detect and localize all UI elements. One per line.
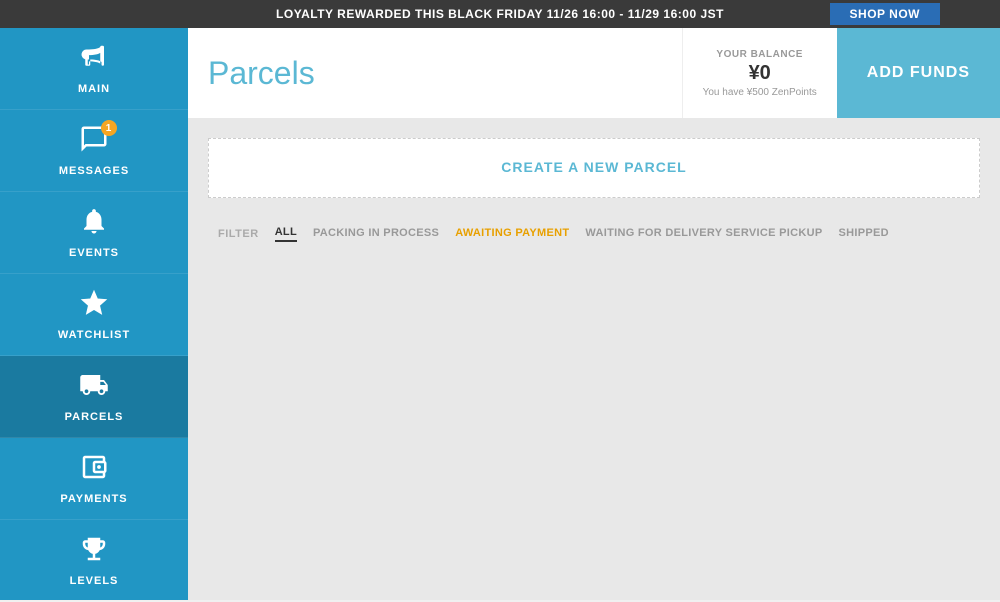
balance-points: You have ¥500 ZenPoints [703,87,817,98]
add-funds-button[interactable]: ADD FUNDS [837,28,1000,118]
balance-area: YOUR BALANCE ¥0 You have ¥500 ZenPoints [682,28,837,118]
filter-awaiting[interactable]: AWAITING PAYMENT [455,227,569,241]
balance-amount: ¥0 [749,62,771,85]
sidebar-item-main[interactable]: MAIN [0,28,188,110]
sidebar-label-main: MAIN [78,83,110,95]
filter-label: FILTER [218,228,259,240]
sidebar-item-events[interactable]: EVENTS [0,192,188,274]
filter-bar: FILTER ALL PACKING IN PROCESS AWAITING P… [208,218,980,250]
create-parcel-label: CREATE A NEW PARCEL [501,159,686,175]
content-area: Parcels YOUR BALANCE ¥0 You have ¥500 Ze… [188,28,1000,600]
sidebar-item-levels[interactable]: LEVELS [0,520,188,602]
sidebar-item-messages[interactable]: 1 MESSAGES [0,110,188,192]
sidebar: MAIN 1 MESSAGES EVENTS [0,28,188,600]
messages-badge: 1 [101,120,117,136]
content-body: CREATE A NEW PARCEL FILTER ALL PACKING I… [188,118,1000,600]
sidebar-label-messages: MESSAGES [59,165,129,177]
star-icon [79,288,109,325]
sidebar-label-payments: PAYMENTS [60,493,127,505]
filter-packing[interactable]: PACKING IN PROCESS [313,227,439,241]
truck-icon [79,370,109,407]
page-title-area: Parcels [188,28,682,118]
filter-waiting[interactable]: WAITING FOR DELIVERY SERVICE PICKUP [585,227,822,241]
page-title: Parcels [208,55,315,92]
sidebar-label-watchlist: WATCHLIST [58,329,130,341]
balance-label: YOUR BALANCE [716,49,803,60]
sidebar-label-parcels: PARCELS [65,411,124,423]
sidebar-item-parcels[interactable]: PARCELS [0,356,188,438]
shop-now-button[interactable]: SHOP NOW [830,3,940,25]
wallet-icon [79,452,109,489]
megaphone-icon [79,42,109,79]
top-banner: LOYALTY REWARDED THIS BLACK FRIDAY 11/26… [0,0,1000,28]
trophy-icon [79,534,109,571]
filter-shipped[interactable]: SHIPPED [838,227,888,241]
create-parcel-box[interactable]: CREATE A NEW PARCEL [208,138,980,198]
sidebar-label-levels: LEVELS [70,575,119,587]
sidebar-item-watchlist[interactable]: WATCHLIST [0,274,188,356]
content-header: Parcels YOUR BALANCE ¥0 You have ¥500 Ze… [188,28,1000,118]
sidebar-item-payments[interactable]: PAYMENTS [0,438,188,520]
bell-icon [79,206,109,243]
main-layout: MAIN 1 MESSAGES EVENTS [0,28,1000,600]
sidebar-label-events: EVENTS [69,247,119,259]
chat-icon: 1 [79,124,109,161]
banner-text: LOYALTY REWARDED THIS BLACK FRIDAY 11/26… [276,7,724,21]
filter-all[interactable]: ALL [275,226,297,242]
